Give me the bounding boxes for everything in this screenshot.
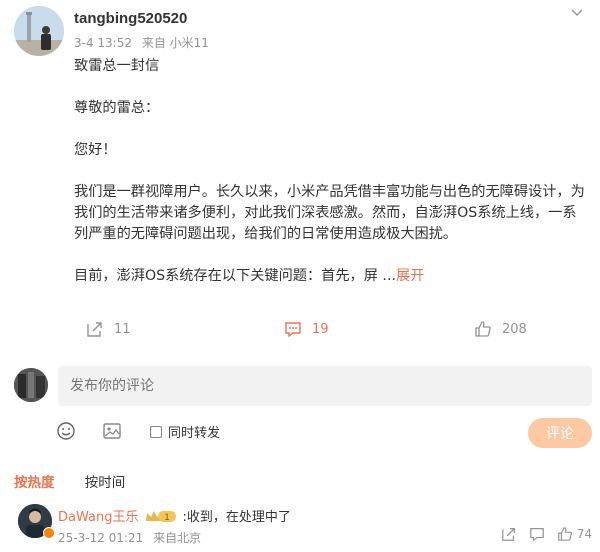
image-icon[interactable] xyxy=(102,421,122,441)
post-meta: 3-4 13:52 来自 小米11 xyxy=(74,34,215,51)
post-truncated-paragraph: 目前，澎湃OS系统存在以下关键问题：首先，屏 ...展开 xyxy=(74,266,586,287)
comment-line: DaWang王乐 1 :收到，在处理中了 xyxy=(58,506,291,525)
post-source: 来自 小米11 xyxy=(141,36,209,50)
like-count: 208 xyxy=(502,321,527,337)
thumbs-up-icon xyxy=(475,321,491,337)
crown-medal-icon: 1 xyxy=(146,510,177,522)
comment-button[interactable]: 19 xyxy=(284,318,329,340)
comment-count: 19 xyxy=(312,321,329,337)
comment-like-count: 74 xyxy=(576,527,592,541)
post-paragraph: 致雷总一封信 xyxy=(74,58,160,74)
post-header: tangbing520520 3-4 13:52 来自 小米11 xyxy=(14,6,586,58)
comment-icon[interactable] xyxy=(529,526,545,542)
thumbs-up-icon[interactable] xyxy=(557,526,573,542)
comment-sort-tabs: 按热度 按时间 xyxy=(14,471,151,491)
chevron-down-icon[interactable] xyxy=(570,6,584,20)
composer-tools: 同时转发 评论 xyxy=(56,418,592,448)
repost-checkbox[interactable] xyxy=(150,425,162,438)
medal-level: 1 xyxy=(165,512,170,522)
repost-option-label: 同时转发 xyxy=(168,426,221,441)
post-paragraph: 我们是一群视障用户。长久以来，小米产品凭借丰富功能与出色的无障碍设计，为我们的生… xyxy=(74,184,585,242)
author-avatar[interactable] xyxy=(14,6,64,56)
repost-option[interactable]: 同时转发 xyxy=(150,422,220,441)
share-icon[interactable] xyxy=(501,526,517,542)
comment-time: 25-3-12 01:21 xyxy=(58,531,144,545)
comment-icon xyxy=(285,322,301,338)
current-user-avatar xyxy=(14,368,48,402)
commenter-name[interactable]: DaWang王乐 xyxy=(58,506,138,525)
repost-button[interactable]: 11 xyxy=(86,318,131,340)
post-truncated-text: 目前，澎湃OS系统存在以下关键问题：首先，屏 ... xyxy=(74,268,396,284)
post-actions: 11 19 208 xyxy=(74,318,586,342)
comment-input[interactable] xyxy=(58,366,592,406)
emoji-icon[interactable] xyxy=(56,421,76,441)
verified-badge-icon xyxy=(43,527,55,539)
post-time[interactable]: 3-4 13:52 xyxy=(74,36,132,50)
comment-text: :收到，在处理中了 xyxy=(182,510,291,525)
comment-item: DaWang王乐 1 :收到，在处理中了 25-3-12 01:21 来自北京 … xyxy=(14,502,592,550)
share-icon xyxy=(87,322,102,337)
post-paragraph: 您好！ xyxy=(74,142,117,158)
comment-meta: 25-3-12 01:21 来自北京 xyxy=(58,529,207,546)
tab-sort-time[interactable]: 按时间 xyxy=(85,475,126,491)
expand-link[interactable]: 展开 xyxy=(396,268,424,284)
author-name[interactable]: tangbing520520 xyxy=(74,10,187,27)
post-paragraph: 尊敬的雷总： xyxy=(74,100,160,116)
comment-actions: 74 xyxy=(489,526,592,542)
comment-composer xyxy=(14,366,592,408)
like-button[interactable]: 208 xyxy=(474,318,527,340)
tab-sort-hot[interactable]: 按热度 xyxy=(14,475,55,491)
submit-comment-button[interactable]: 评论 xyxy=(528,418,592,448)
comment-location: 来自北京 xyxy=(153,531,202,545)
repost-count: 11 xyxy=(114,321,131,337)
post-body: 致雷总一封信 尊敬的雷总： 您好！ 我们是一群视障用户。长久以来，小米产品凭借丰… xyxy=(74,56,586,287)
